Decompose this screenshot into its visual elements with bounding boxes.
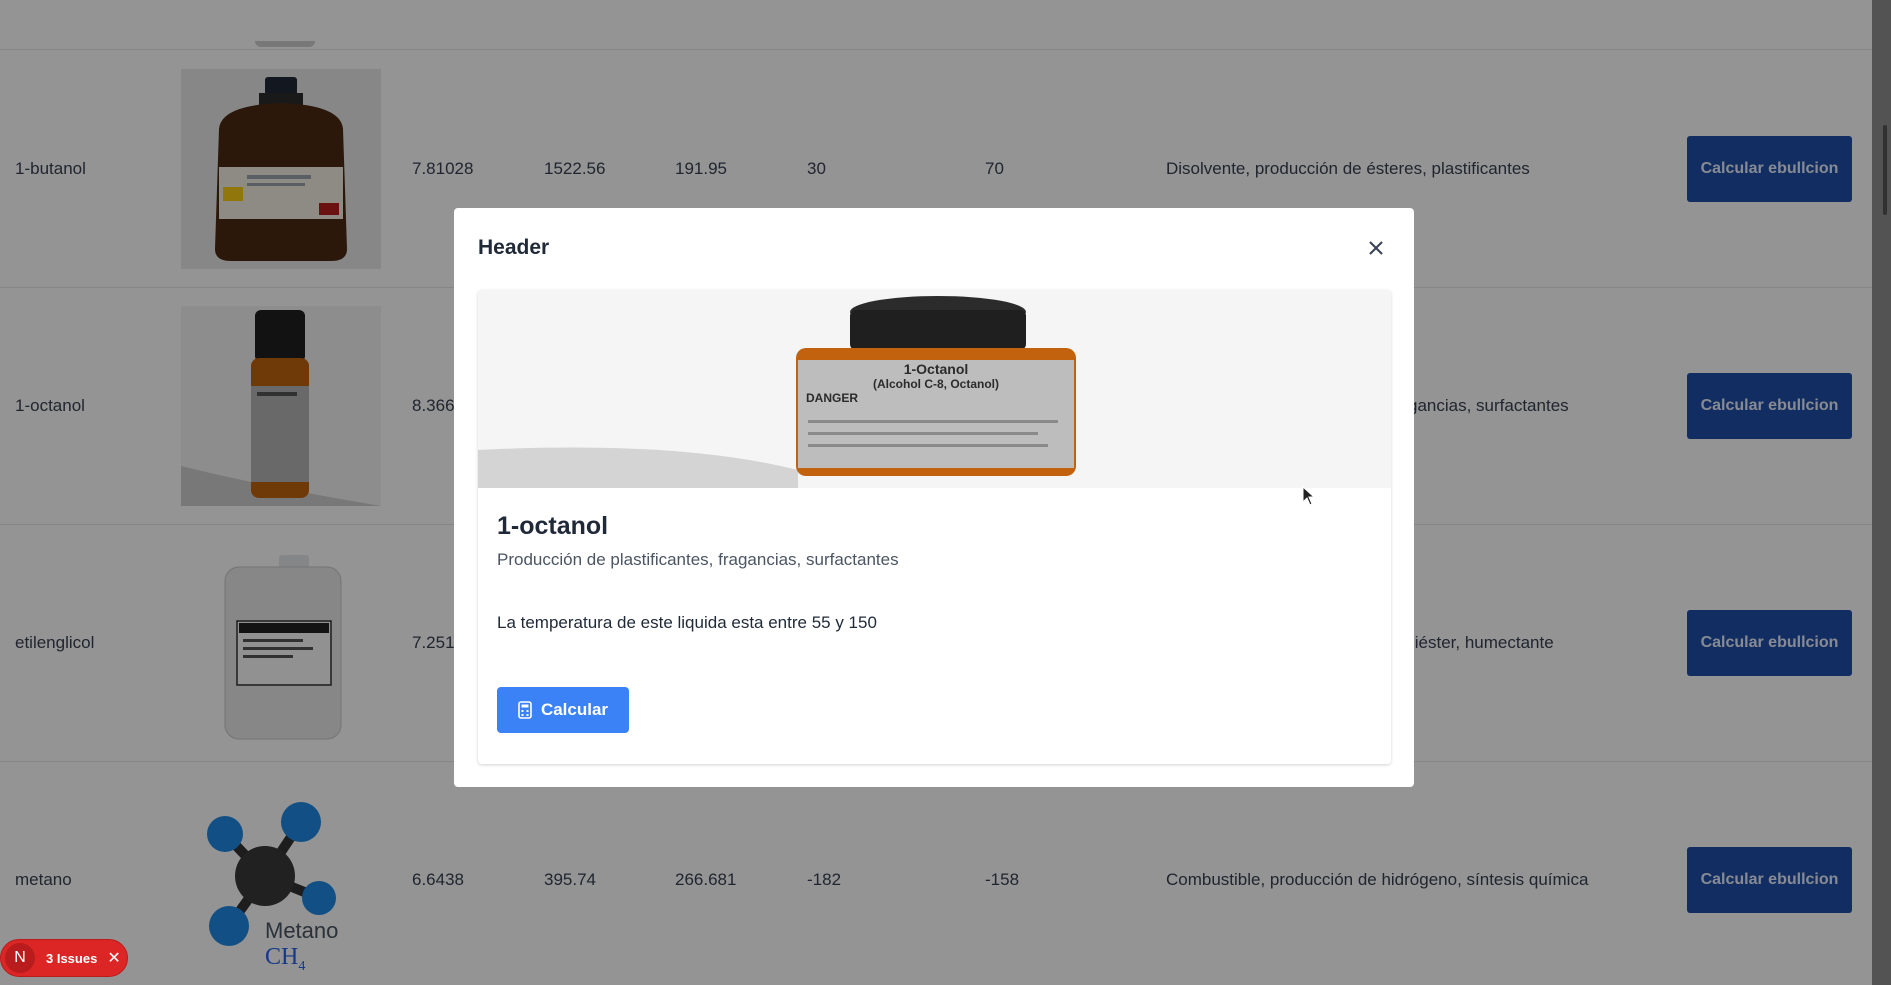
calcular-button-label: Calcular [540, 700, 609, 719]
svg-text:DANGER: DANGER [806, 391, 858, 405]
card-description: La temperatura de este liquida esta entr… [497, 613, 877, 632]
close-icon[interactable] [1362, 234, 1390, 262]
product-card: 1-Octanol (Alcohol C-8, Octanol) DANGER … [478, 290, 1391, 764]
nextjs-logo-icon: N [5, 943, 35, 973]
octanol-bottle-image: 1-Octanol (Alcohol C-8, Octanol) DANGER [478, 290, 1391, 488]
card-title: 1-octanol [497, 512, 609, 540]
mouse-cursor-icon [1302, 486, 1316, 506]
modal-title: Header [478, 236, 550, 259]
issues-count[interactable]: 3 Issues [46, 951, 97, 966]
svg-text:1-Octanol: 1-Octanol [904, 361, 969, 377]
svg-text:(Alcohol C-8, Octanol): (Alcohol C-8, Octanol) [873, 377, 999, 391]
modal-dialog: Header 1-Octanol (Alcohol C-8, Octanol) … [454, 208, 1414, 787]
card-subtitle: Producción de plastificantes, fragancias… [497, 550, 899, 569]
close-icon[interactable]: ✕ [107, 948, 120, 968]
issues-badge[interactable]: N 3 Issues ✕ [0, 939, 128, 977]
calcular-button[interactable]: Calcular [497, 687, 629, 733]
calculator-icon [518, 701, 532, 719]
